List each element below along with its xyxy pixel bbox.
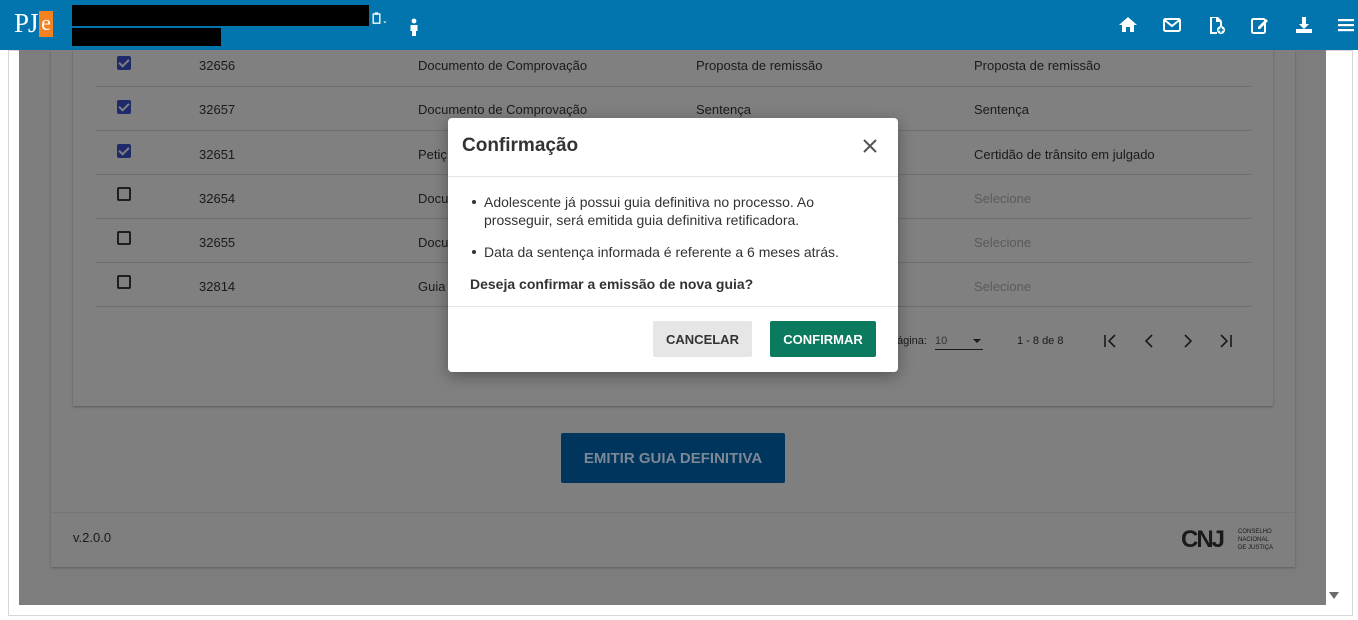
pje-logo[interactable]: PJ e (12, 6, 56, 42)
row-checkbox[interactable] (117, 187, 131, 201)
doc-name: Docu (418, 191, 449, 206)
person-icon[interactable] (403, 16, 425, 38)
items-per-page-label: ágina: (897, 335, 927, 347)
doc-id: 32651 (199, 147, 236, 162)
doc-id: 32654 (199, 191, 236, 206)
doc-classification-select[interactable]: Proposta de remissão (974, 58, 1100, 73)
scroll-down-arrow-icon[interactable] (1329, 592, 1339, 599)
dialog-question: Deseja confirmar a emissão de nova guia? (470, 276, 754, 292)
emit-definitive-guide-button[interactable]: EMITIR GUIA DEFINITIVA (561, 433, 785, 483)
row-checkbox[interactable] (117, 144, 131, 158)
items-per-page-value: 10 (935, 335, 948, 347)
doc-type: Sentença (696, 102, 751, 117)
row-checkbox[interactable] (117, 275, 131, 289)
previous-page-icon[interactable] (1140, 332, 1158, 350)
doc-type: Proposta de remissão (696, 58, 823, 73)
confirmation-dialog: Confirmação Adolescente já possui guia d… (448, 118, 898, 372)
dialog-footer-divider (448, 306, 898, 307)
doc-classification-select[interactable]: Sentença (974, 102, 1029, 117)
table-row: 32656 Documento de Comprovação Proposta … (95, 43, 1251, 87)
logo-text: PJ (14, 8, 39, 38)
home-icon[interactable] (1117, 14, 1139, 36)
dialog-message-list: Adolescente já possui guia definitiva no… (470, 193, 880, 261)
dialog-message-item: Adolescente já possui guia definitiva no… (470, 193, 880, 229)
chevron-down-icon (973, 339, 981, 343)
cnj-logo-mark: CNJ (1181, 526, 1225, 553)
doc-name: Documento de Comprovação (418, 102, 588, 117)
doc-classification-select[interactable]: Selecione (974, 235, 1031, 250)
logo-accent: e (39, 11, 53, 37)
doc-classification-select[interactable]: Selecione (974, 279, 1031, 294)
items-per-page-select[interactable]: 10 (935, 332, 983, 350)
page-range: 1 - 8 de 8 (1017, 335, 1064, 347)
cnj-logo: CNJ CONSELHO NACIONAL DE JUSTIÇA (1181, 527, 1275, 553)
doc-id: 32655 (199, 235, 236, 250)
row-checkbox[interactable] (117, 231, 131, 245)
edit-icon[interactable] (1249, 14, 1271, 36)
cancel-button[interactable]: CANCELAR (653, 321, 752, 357)
menu-icon[interactable] (1335, 14, 1357, 36)
doc-name: Petiç (418, 147, 447, 162)
dialog-header-divider (448, 176, 898, 177)
footer-divider (51, 512, 1295, 513)
doc-id: 32657 (199, 102, 236, 117)
row-checkbox[interactable] (117, 56, 131, 70)
cnj-logo-text: CONSELHO NACIONAL DE JUSTIÇA (1238, 529, 1274, 551)
confirm-button[interactable]: CONFIRMAR (770, 321, 876, 357)
download-icon[interactable] (1293, 14, 1315, 36)
close-icon[interactable] (860, 136, 880, 156)
doc-name: Documento de Comprovação (418, 58, 588, 73)
dialog-message-item: Data da sentença informada é referente a… (470, 243, 880, 261)
app-version: v.2.0.0 (73, 530, 112, 545)
document-dropdown-icon[interactable] (367, 8, 391, 30)
mail-icon[interactable] (1161, 14, 1183, 36)
doc-name: Docu (418, 235, 449, 250)
doc-name: Guia (418, 279, 446, 294)
redacted-user-name (72, 5, 369, 26)
next-page-icon[interactable] (1179, 332, 1197, 350)
row-checkbox[interactable] (117, 100, 131, 114)
dialog-title: Confirmação (462, 135, 579, 156)
doc-classification-select[interactable]: Certidão de trânsito em julgado (974, 147, 1155, 162)
doc-id: 32656 (199, 58, 236, 73)
document-add-icon[interactable] (1205, 14, 1227, 36)
doc-classification-select[interactable]: Selecione (974, 191, 1031, 206)
last-page-icon[interactable] (1217, 332, 1235, 350)
first-page-icon[interactable] (1101, 332, 1119, 350)
doc-id: 32814 (199, 279, 236, 294)
